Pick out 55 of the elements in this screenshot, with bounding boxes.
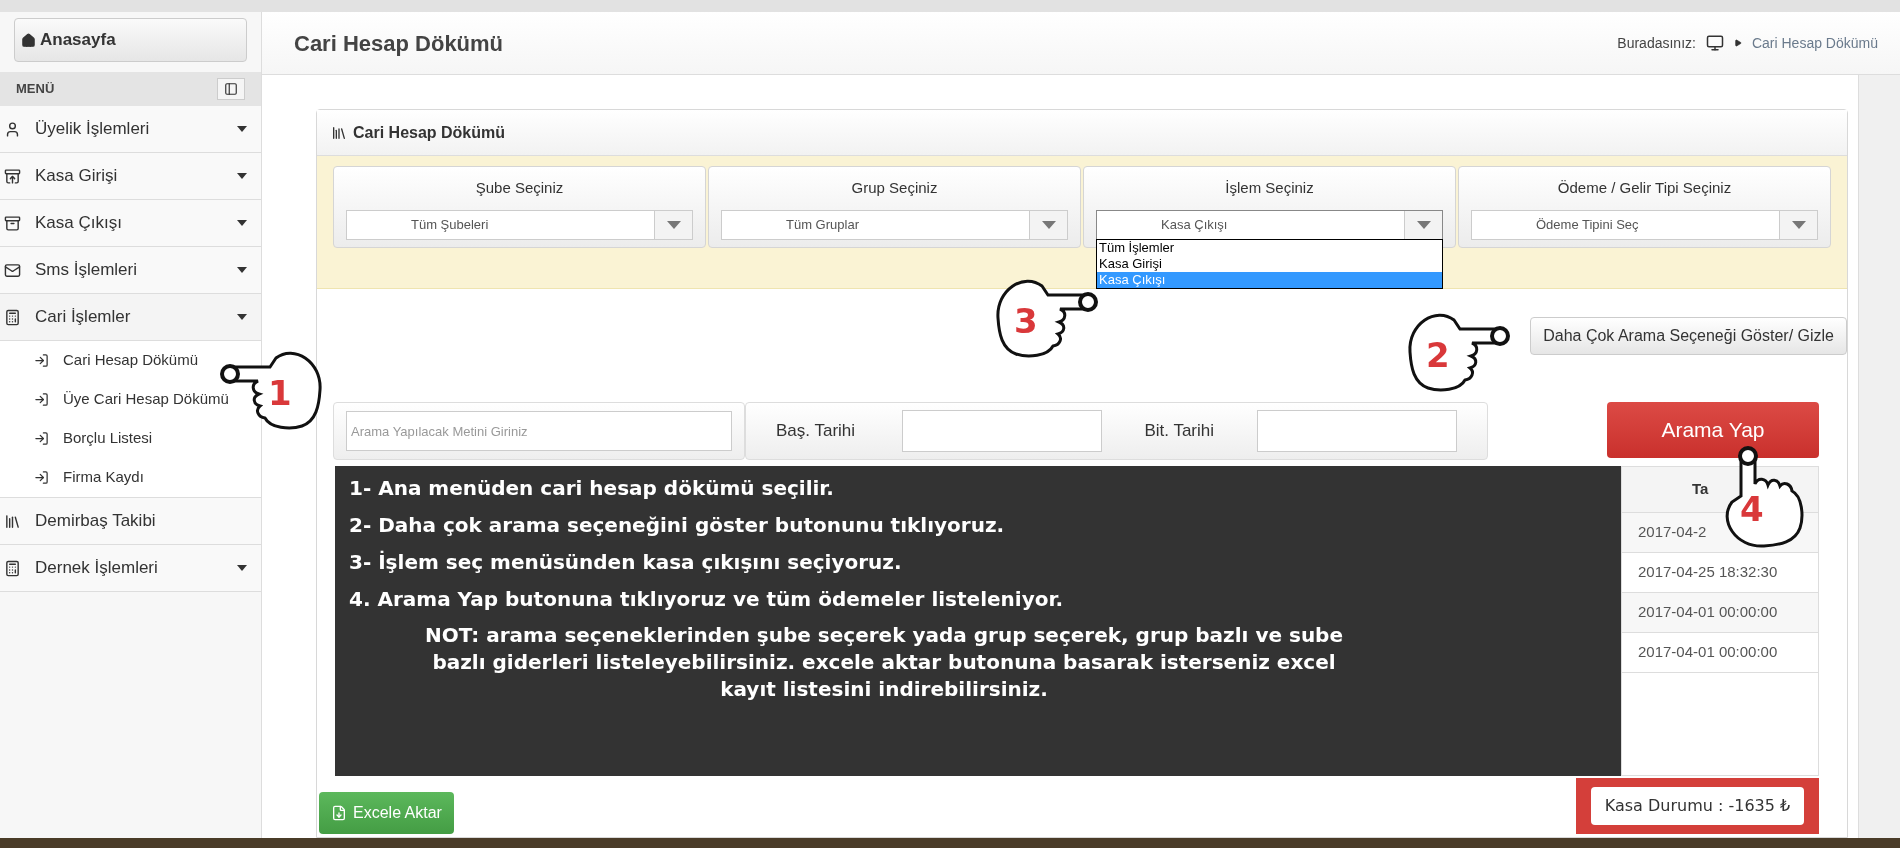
dropdown-option[interactable]: Tüm İşlemler	[1097, 240, 1442, 256]
start-date-field[interactable]	[901, 410, 1102, 452]
caret-icon	[1733, 39, 1742, 47]
enter-icon	[34, 353, 49, 368]
menu-icon	[4, 167, 21, 185]
dropdown-arrow-icon	[1416, 220, 1431, 229]
table-cell: 2017-04-01 00:00:00	[1622, 593, 1818, 633]
instruction-step: 1- Ana menüden cari hesap dökümü seçilir.	[349, 474, 1607, 502]
menu-icon	[4, 214, 21, 232]
filter-label: Şube Seçiniz	[475, 178, 564, 198]
sidebar-toggle-button[interactable]	[217, 78, 245, 100]
filter-label: Ödeme / Gelir Tipi Seçiniz	[1557, 178, 1732, 198]
step-number: 3	[1014, 304, 1038, 338]
dropdown-arrow-icon	[1041, 220, 1056, 229]
sidebar-layout-icon	[224, 82, 238, 96]
dropdown-option[interactable]: Kasa Girişi	[1097, 256, 1442, 272]
home-button[interactable]: Anasayfa	[14, 18, 247, 62]
panel-title: Cari Hesap Dökümü	[353, 122, 506, 143]
search-button[interactable]: Arama Yap	[1607, 402, 1819, 458]
select-field[interactable]: Tüm Gruplar	[721, 209, 1068, 240]
balance-text: Kasa Durumu : -1635 ₺	[1590, 787, 1805, 825]
home-icon	[21, 32, 36, 48]
dropdown-arrow-icon	[1791, 220, 1806, 229]
search-field[interactable]: Arama Yapılacak Metini Giriniz	[346, 411, 732, 451]
end-date-label: Bit. Tarihi	[1143, 420, 1216, 443]
filter-label: Grup Seçiniz	[851, 178, 938, 198]
download-file-icon	[331, 805, 347, 821]
menu-icon	[4, 308, 21, 326]
menu-icon	[4, 559, 21, 577]
end-date-field[interactable]	[1257, 410, 1457, 452]
filter-label: İşlem Seçiniz	[1225, 178, 1314, 198]
menu-icon	[4, 512, 21, 530]
enter-icon	[34, 392, 49, 407]
breadcrumb-label: Buradasınız:	[1617, 33, 1696, 53]
enter-icon	[34, 431, 49, 446]
instruction-note: NOT: arama seçeneklerinden şube seçerek yada grup seçerek, grup bazlı ve sube bazlı giderleri listeleyebilirsiniz. excele aktar butonuna basarak isterseniz excel kayıt listesini indirebilirsiniz.	[424, 622, 1344, 703]
step-number: 2	[1426, 338, 1450, 372]
more-options-button[interactable]: Daha Çok Arama Seçeneği Göster/ Gizle	[1530, 317, 1847, 355]
select-field[interactable]: Kasa Çıkışı	[1096, 209, 1443, 240]
books-icon	[331, 124, 347, 141]
page-title: Cari Hesap Dökümü	[294, 29, 504, 58]
instruction-step: 4. Arama Yap butonuna tıklıyoruz ve tüm ödemeler listeleniyor.	[349, 585, 1607, 613]
select-field[interactable]: Tüm Şubeleri	[346, 209, 693, 240]
enter-icon	[34, 470, 49, 485]
start-date-label: Baş. Tarihi	[776, 420, 857, 443]
menu-icon	[4, 120, 21, 138]
monitor-icon	[1705, 34, 1724, 52]
instruction-step: 3- İşlem seç menüsünden kasa çıkışını seçiyoruz.	[349, 548, 1607, 576]
instruction-step: 2- Daha çok arama seçeneğini göster butonunu tıklıyoruz.	[349, 511, 1607, 539]
menu-title: MENÜ	[16, 80, 55, 99]
dropdown-arrow-icon	[666, 220, 681, 229]
menu-icon	[4, 261, 21, 279]
breadcrumb-link[interactable]: Cari Hesap Dökümü	[1751, 32, 1878, 54]
select-field[interactable]: Ödeme Tipini Seç	[1471, 209, 1818, 240]
step-number: 1	[268, 376, 292, 410]
